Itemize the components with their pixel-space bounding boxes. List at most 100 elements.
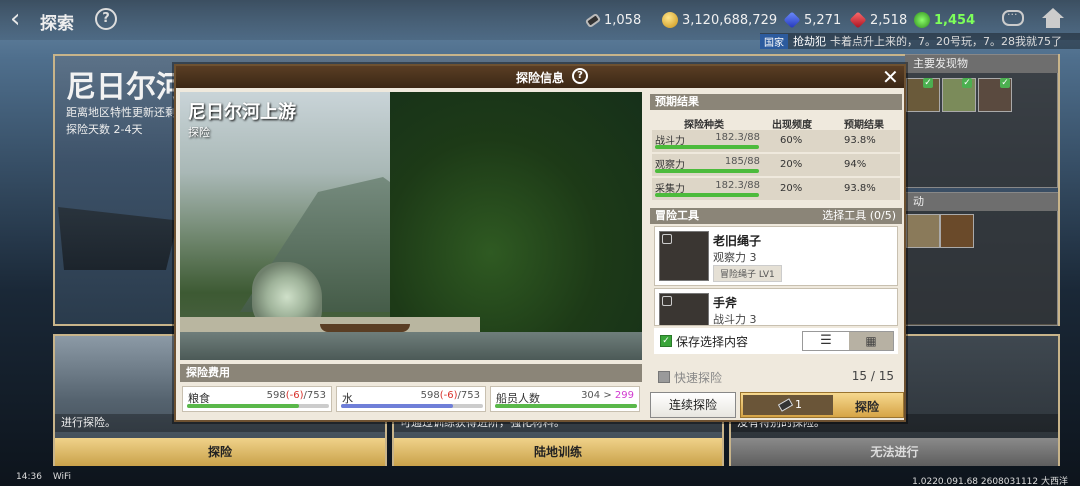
crew-cost: 船员人数 304 > 299 — [490, 386, 640, 412]
clock: 14:36 — [16, 472, 42, 482]
green-resource: 1,454 — [914, 11, 975, 29]
gold-count: 3,120,688,729 — [682, 12, 778, 28]
unavailable-button: 无法进行 — [731, 438, 1058, 466]
blue-gem-icon — [783, 11, 801, 29]
start-explore-button[interactable]: 1 探险 — [740, 392, 904, 418]
pred-score: 182.3/88 — [715, 180, 760, 191]
col-result: 预期结果 — [844, 120, 884, 131]
water-cost: 水 598(-6)/753 — [336, 386, 486, 412]
prediction-row: 战斗力 182.3/88 60% 93.8% — [652, 130, 900, 152]
crew-bar-fill — [495, 404, 637, 408]
ticket-resource: 1,058 — [584, 11, 642, 29]
tool-card[interactable]: 老旧绳子 观察力 3 冒险绳子 LV1 — [654, 226, 898, 286]
check-icon: ✓ — [1000, 78, 1010, 88]
chat-ticker[interactable]: 国家 抢劫犯 卡着点升上来的，7。20号玩，7。28我就75了 — [760, 33, 1080, 49]
location-name: 尼日尔河上游 — [188, 102, 296, 123]
page-title: 探索 — [40, 14, 74, 34]
continuous-explore-button[interactable]: 连续探险 — [650, 392, 736, 418]
check-icon: ✓ — [923, 78, 933, 88]
tool-stat: 观察力 3 — [713, 251, 757, 264]
tools-header: 冒险工具 选择工具 (0/5) — [650, 208, 902, 224]
food-cost: 粮食 598(-6)/753 — [182, 386, 332, 412]
ticket-icon — [777, 398, 794, 412]
ticket-icon — [584, 12, 602, 28]
location-type: 探险 — [188, 126, 210, 139]
wifi-icon: WiFi — [52, 472, 72, 482]
food-bar-fill — [187, 404, 299, 408]
red-gem-icon — [849, 11, 867, 29]
tool-card[interactable]: 手斧 战斗力 3 — [654, 288, 898, 326]
discoveries-panel — [905, 54, 1058, 188]
save-selection-checkbox[interactable]: ✓ — [660, 335, 672, 347]
crew-value: 304 > 299 — [581, 390, 634, 401]
select-tools-link[interactable]: 选择工具 (0/5) — [822, 208, 896, 224]
chat-channel: 国家 — [760, 33, 788, 49]
tool-badge-icon — [662, 234, 672, 244]
green-count: 1,454 — [934, 12, 976, 28]
modal-title: 探险信息 — [516, 71, 565, 85]
home-icon[interactable] — [1042, 8, 1064, 30]
blue-gem-resource: 5,271 — [783, 11, 842, 29]
help-icon[interactable]: ? — [572, 68, 588, 84]
pred-bar — [655, 169, 759, 173]
pred-freq: 60% — [780, 135, 803, 146]
col-frequency: 出现频度 — [772, 120, 812, 131]
back-arrow-icon[interactable]: ‹ — [10, 6, 20, 32]
save-selection-label: 保存选择内容 — [676, 335, 749, 349]
pred-result: 93.8% — [844, 183, 876, 194]
col-type: 探险种类 — [684, 120, 724, 131]
gold-resource: 3,120,688,729 — [662, 11, 777, 29]
tool-name: 手斧 — [713, 296, 738, 310]
explore-button[interactable]: 探险 — [55, 438, 385, 466]
chat-message: 卡着点升上来的，7。20号玩，7。28我就75了 — [830, 35, 1062, 48]
red-gem-resource: 2,518 — [849, 11, 908, 29]
cost-header: 探险费用 — [180, 364, 642, 382]
pred-score: 182.3/88 — [715, 132, 760, 143]
rewards-header: 动 — [905, 193, 1058, 211]
list-view-icon[interactable]: ☰ — [803, 332, 849, 350]
tool-name: 老旧绳子 — [713, 234, 762, 248]
region-title: 尼日尔河 — [66, 70, 186, 105]
blue-gem-count: 5,271 — [804, 12, 842, 28]
close-icon[interactable]: ✕ — [882, 66, 899, 88]
quick-explore-count: 15 / 15 — [851, 369, 894, 383]
pred-bar — [655, 193, 759, 197]
food-value: 598(-6)/753 — [266, 390, 326, 401]
modal-header: 探险信息 ? ✕ — [176, 66, 904, 88]
prediction-header: 预期结果 — [650, 94, 902, 110]
help-icon[interactable]: ? — [95, 8, 117, 30]
rewards-panel — [905, 192, 1058, 326]
green-gear-icon — [914, 12, 930, 28]
gold-coin-icon — [662, 12, 678, 28]
chat-icon[interactable] — [1002, 8, 1024, 26]
check-icon: ✓ — [962, 78, 972, 88]
system-status: 14:36 WiFi — [16, 472, 71, 482]
quick-explore-label: 快速探险 — [674, 371, 723, 385]
tools-title: 冒险工具 — [655, 209, 699, 222]
land-training-button[interactable]: 陆地训练 — [394, 438, 722, 466]
tool-badge-icon — [662, 296, 672, 306]
red-gem-count: 2,518 — [870, 12, 908, 28]
explore-cost: 1 — [743, 395, 833, 415]
ticket-count: 1,058 — [604, 12, 642, 28]
expedition-info-modal: 探险信息 ? ✕ 尼日尔河上游 探险 探险费用 粮食 598(-6)/753 水… — [174, 64, 906, 422]
chest-item[interactable] — [940, 214, 974, 248]
pred-result: 93.8% — [844, 135, 876, 146]
pred-score: 185/88 — [724, 156, 760, 167]
crate-item[interactable] — [906, 214, 940, 248]
tool-tag: 冒险绳子 LV1 — [713, 265, 782, 282]
grid-view-icon[interactable]: ▦ — [849, 332, 893, 350]
explore-label: 探险 — [855, 400, 880, 414]
tool-stat: 战斗力 3 — [713, 313, 757, 326]
quick-explore-checkbox[interactable] — [658, 371, 670, 383]
explore-cost-value: 1 — [795, 398, 802, 411]
pred-result: 94% — [844, 159, 867, 170]
save-selection-row: ✓ 保存选择内容 ☰ ▦ — [654, 328, 898, 354]
pred-freq: 20% — [780, 183, 803, 194]
pred-bar — [655, 145, 759, 149]
water-value: 598(-6)/753 — [420, 390, 480, 401]
water-bar-fill — [341, 404, 453, 408]
region-update-text: 距离地区特性更新还剩 — [66, 106, 176, 119]
axe-icon — [659, 293, 709, 325]
quick-explore-row: 快速探险 15 / 15 — [650, 366, 902, 388]
